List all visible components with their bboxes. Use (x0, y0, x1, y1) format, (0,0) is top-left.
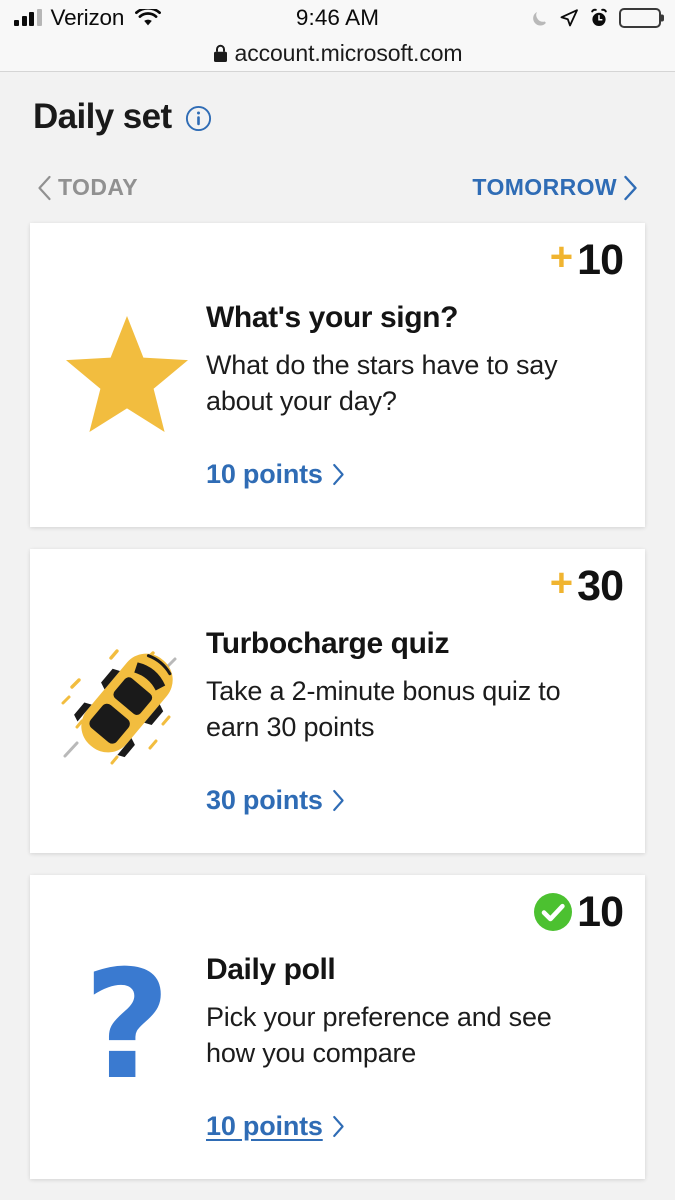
card-title: Turbocharge quiz (206, 626, 450, 660)
card-description: Pick your preference and see how you com… (206, 1002, 552, 1068)
badge-points-value: 10 (577, 887, 624, 936)
chevron-right-icon (332, 463, 345, 486)
card-points-link-label: 10 points (206, 458, 323, 489)
daily-set-card[interactable]: + 10 What's your sign? What do the stars… (30, 222, 645, 527)
card-points-link[interactable]: 30 points (206, 784, 345, 818)
question-mark-icon: ? (83, 938, 171, 1113)
carrier-label: Verizon (50, 4, 125, 30)
alarm-clock-icon (589, 8, 609, 28)
location-arrow-icon (559, 8, 579, 28)
card-title: What's your sign? (206, 300, 459, 334)
card-points-link[interactable]: 10 points (206, 1110, 345, 1144)
chevron-right-icon (332, 1115, 345, 1138)
card-text: Turbocharge quiz Take a 2-minute bonus q… (202, 627, 623, 818)
chevron-right-icon (623, 175, 638, 201)
points-badge: + 10 (549, 235, 624, 284)
points-badge: 10 (533, 887, 624, 936)
card-points-link[interactable]: 10 points (206, 458, 345, 492)
points-badge: + 30 (549, 561, 624, 610)
plus-icon: + (549, 235, 574, 279)
checkmark-complete-icon (533, 892, 573, 932)
card-illustration (52, 301, 202, 435)
card-description: Take a 2-minute bonus quiz to earn 30 po… (206, 676, 561, 742)
card-illustration: ? (52, 938, 202, 1113)
url-bar[interactable]: account.microsoft.com (0, 36, 675, 71)
badge-points-value: 10 (577, 235, 624, 284)
status-bar: Verizon 9:46 AM (0, 0, 675, 36)
plus-icon: + (549, 561, 574, 605)
today-nav-label: TODAY (58, 174, 138, 200)
page-header: Daily set TODAY TOMORROW (0, 72, 675, 201)
page-title: Daily set (33, 97, 172, 136)
card-description: What do the stars have to say about your… (206, 350, 558, 416)
card-body: Turbocharge quiz Take a 2-minute bonus q… (52, 569, 623, 818)
signal-bars-icon (14, 9, 42, 26)
phone-screen: Verizon 9:46 AM account.microsoft.com Da… (0, 0, 675, 1200)
status-bar-left: Verizon (14, 4, 162, 30)
info-icon[interactable] (185, 102, 212, 132)
card-text: What's your sign? What do the stars have… (202, 301, 623, 492)
daily-set-card-list: + 10 What's your sign? What do the stars… (0, 222, 675, 1179)
page-title-row: Daily set (33, 97, 642, 137)
card-points-link-label: 30 points (206, 784, 323, 815)
lock-icon (213, 44, 228, 63)
browser-chrome: Verizon 9:46 AM account.microsoft.com (0, 0, 675, 72)
card-title: Daily poll (206, 952, 336, 986)
chevron-right-icon (332, 789, 345, 812)
star-icon (63, 313, 191, 435)
daily-set-card[interactable]: 10 ? Daily poll Pick your preference and… (30, 874, 645, 1179)
race-car-icon (57, 639, 197, 769)
card-body: What's your sign? What do the stars have… (52, 243, 623, 492)
url-text: account.microsoft.com (234, 40, 463, 66)
card-text: Daily poll Pick your preference and see … (202, 953, 623, 1144)
card-points-link-label: 10 points (206, 1110, 323, 1141)
chevron-left-icon (37, 175, 52, 201)
day-navigation: TODAY TOMORROW (33, 175, 642, 201)
battery-icon (619, 8, 661, 28)
tomorrow-nav-label: TOMORROW (472, 174, 617, 200)
wifi-icon (133, 9, 162, 27)
moon-icon (530, 9, 549, 28)
tomorrow-nav-button[interactable]: TOMORROW (472, 175, 638, 201)
daily-set-card[interactable]: + 30 Turbocharge quiz Take a 2-minute bo… (30, 548, 645, 853)
card-illustration (52, 627, 202, 769)
status-bar-right (530, 8, 661, 28)
badge-points-value: 30 (577, 561, 624, 610)
today-nav-button[interactable]: TODAY (37, 175, 138, 201)
